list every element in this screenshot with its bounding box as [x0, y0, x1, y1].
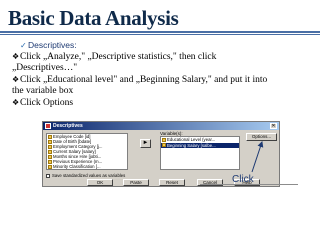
bullet-list: ✓Descriptives: ❖Click „Analyze," „Descri…: [12, 40, 312, 109]
bullet-line: ❖Click „Educational level" and „Beginnin…: [12, 75, 268, 85]
callout-arrow: [251, 141, 264, 173]
selected-variable-list[interactable]: Educational Level (year... Beginning Sal…: [160, 136, 240, 170]
slide-title: Basic Data Analysis: [8, 6, 179, 30]
subheading-line: ✓Descriptives:: [20, 40, 77, 50]
diamond-bullet-icon: ❖: [12, 75, 20, 84]
variable-icon: [162, 143, 166, 148]
paste-button[interactable]: Paste: [123, 179, 149, 186]
title-divider: [0, 31, 320, 33]
diamond-bullet-icon: ❖: [12, 52, 20, 61]
bullet-line: ❖Click „Analyze," „Descriptive statistic…: [12, 52, 217, 62]
diamond-bullet-icon: ❖: [12, 98, 20, 107]
bottom-divider: [200, 184, 298, 185]
variable-icon: [162, 137, 166, 142]
bullet-line-continuation: „Descriptives…": [12, 63, 78, 73]
save-standardized-checkbox[interactable]: [46, 173, 50, 178]
app-icon: [45, 123, 51, 129]
dialog-title: Descriptives: [53, 123, 83, 129]
close-button[interactable]: ✕: [270, 123, 277, 129]
source-variable-list[interactable]: Employee Code [id] Date of Birth [bdate]…: [46, 133, 128, 170]
options-button[interactable]: Options...: [246, 133, 277, 141]
checkmark-icon: ✓: [20, 41, 27, 50]
list-item-selected[interactable]: Beginning Salary [salbe...: [161, 142, 239, 148]
reset-button[interactable]: Reset: [159, 179, 185, 186]
variable-icon: [48, 164, 52, 169]
dialog-titlebar[interactable]: Descriptives ✕: [43, 122, 279, 130]
save-standardized-checkbox-row[interactable]: Save standardized values as variables: [46, 173, 125, 178]
bullet-line-continuation: the variable box: [12, 86, 74, 96]
ok-button[interactable]: OK: [87, 179, 113, 186]
bullet-line: ❖Click Options: [12, 98, 74, 108]
move-variable-button[interactable]: ►: [140, 139, 151, 148]
title-divider-thin: [0, 34, 320, 35]
list-item[interactable]: Minority Classification [...: [47, 164, 127, 169]
